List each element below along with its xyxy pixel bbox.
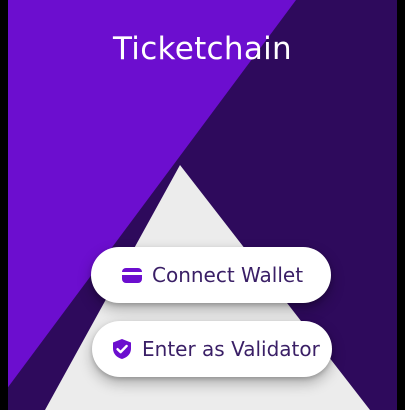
app-title: Ticketchain (113, 31, 292, 67)
connect-wallet-button[interactable]: Connect Wallet (91, 247, 331, 303)
connect-wallet-label: Connect Wallet (152, 263, 304, 287)
enter-validator-button[interactable]: Enter as Validator (92, 321, 332, 377)
wallet-icon (121, 264, 143, 286)
enter-validator-label: Enter as Validator (142, 337, 320, 361)
shield-check-icon (111, 338, 133, 360)
app-screen: Ticketchain Connect Wallet Enter as Vali… (0, 0, 405, 410)
